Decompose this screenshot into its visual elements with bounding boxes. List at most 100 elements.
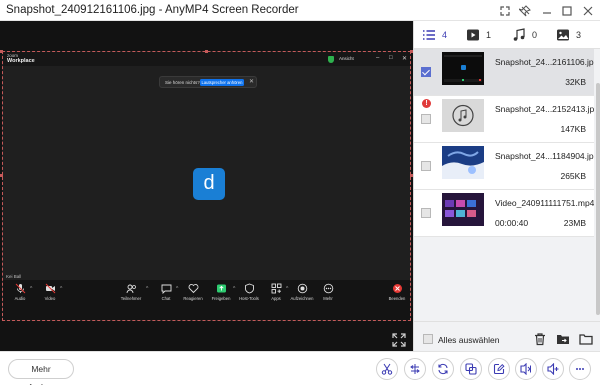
window-title: Snapshot_240912161106.jpg - AnyMP4 Scree… xyxy=(6,4,299,16)
more-recording-button[interactable]: Mehr aufnehmen xyxy=(8,359,74,385)
more-horizontal-icon xyxy=(576,368,584,370)
tab-image-count: 3 xyxy=(576,30,582,40)
close-icon[interactable] xyxy=(578,0,598,21)
camera-off-icon xyxy=(45,283,55,294)
audio-icon xyxy=(513,28,525,41)
warning-icon: ! xyxy=(422,99,431,108)
participant-name: Kei Ball xyxy=(6,274,22,279)
zoom-close-icon: ✕ xyxy=(402,56,408,62)
speaker-button: Lautsprecher anhören xyxy=(200,79,244,86)
tab-video-count: 1 xyxy=(486,30,492,40)
convert-button[interactable] xyxy=(432,358,454,380)
tab-all-count: 4 xyxy=(442,30,448,40)
compress-button[interactable] xyxy=(515,358,537,380)
crop-handle[interactable] xyxy=(0,174,3,177)
folder-export-icon xyxy=(557,335,569,344)
file-panel: 4 1 0 3 Snapshot_24...2161106.jpg 32KB !… xyxy=(413,21,600,351)
select-all-label: Alles auswählen xyxy=(438,335,500,345)
select-all-checkbox[interactable] xyxy=(423,334,433,344)
zoom-audio-label: Audio xyxy=(14,296,26,301)
scissors-icon xyxy=(381,363,393,375)
delete-button[interactable] xyxy=(531,330,549,348)
preview-area: zoom Workplace Ansicht – □ ✕ Sie hören n… xyxy=(0,21,413,351)
edit-icon xyxy=(493,363,505,375)
crop-handle[interactable] xyxy=(205,50,208,53)
file-size: 32KB xyxy=(565,77,586,87)
zoom-toolbar: Audio ^ Video ^ Teilnehmer ^ Chat ^ Reag… xyxy=(3,280,410,320)
microphone-muted-icon xyxy=(15,283,25,294)
zoom-more: Mehr xyxy=(313,283,343,301)
file-name: Snapshot_24...2161106.jpg xyxy=(495,57,594,67)
media-tabs: 4 1 0 3 xyxy=(414,21,600,49)
zoom-video-label: Video xyxy=(44,296,56,301)
apps-icon xyxy=(271,283,281,294)
open-folder-button[interactable] xyxy=(577,330,595,348)
end-call-icon xyxy=(392,284,402,293)
tab-image[interactable]: 3 xyxy=(556,21,581,49)
file-row[interactable]: Video_240911111751.mp4 00:00:40 23MB xyxy=(414,190,594,237)
pin-icon[interactable] xyxy=(515,0,535,21)
shield-icon xyxy=(328,56,334,63)
zoom-host-tools: Host-Tools xyxy=(234,283,264,301)
tab-all[interactable]: 4 xyxy=(422,21,447,49)
zoom-participants-label: Teilnehmer xyxy=(120,296,142,301)
zoom-window-capture: zoom Workplace Ansicht – □ ✕ Sie hören n… xyxy=(2,51,411,321)
zoom-participants: Teilnehmer xyxy=(116,283,146,301)
file-row[interactable]: Snapshot_24...2161106.jpg 32KB xyxy=(414,49,594,96)
title-bar: Snapshot_240912161106.jpg - AnyMP4 Scree… xyxy=(0,0,600,21)
file-list: Snapshot_24...2161106.jpg 32KB ! Snapsho… xyxy=(414,49,594,299)
file-checkbox[interactable] xyxy=(421,67,431,77)
file-size: 23MB xyxy=(563,218,586,228)
file-size: 147KB xyxy=(560,124,586,134)
chat-icon xyxy=(161,284,171,294)
file-checkbox[interactable] xyxy=(421,114,431,124)
banner-close-icon: ✕ xyxy=(249,79,255,85)
merge-button[interactable] xyxy=(460,358,482,380)
tab-audio-count: 0 xyxy=(532,30,538,40)
file-thumbnail xyxy=(442,193,484,226)
list-icon xyxy=(423,30,435,40)
file-name: Snapshot_24...1184904.jpg xyxy=(495,151,594,161)
merge-icon xyxy=(465,363,477,375)
file-name: Snapshot_24...2152413.jpg xyxy=(495,104,594,114)
shield-outline-icon xyxy=(244,283,254,294)
tab-audio[interactable]: 0 xyxy=(512,21,537,49)
minimize-icon[interactable] xyxy=(537,0,557,21)
compress-icon xyxy=(520,363,531,375)
caret-icon: ^ xyxy=(30,286,33,292)
file-thumbnail xyxy=(442,146,484,179)
zoom-end: Beenden xyxy=(382,283,412,301)
file-checkbox[interactable] xyxy=(421,208,431,218)
file-duration: 00:00:40 xyxy=(495,218,529,228)
participant-avatar: d xyxy=(193,168,225,200)
share-screen-icon xyxy=(216,284,226,293)
folder-icon xyxy=(579,334,593,345)
crop-handle[interactable] xyxy=(0,50,3,53)
heart-icon xyxy=(188,284,198,294)
expand-icon[interactable] xyxy=(392,333,406,347)
scrollbar[interactable] xyxy=(594,49,600,315)
caret-icon: ^ xyxy=(60,286,63,292)
file-checkbox[interactable] xyxy=(421,161,431,171)
scrollbar-thumb[interactable] xyxy=(596,83,600,315)
cut-button[interactable] xyxy=(376,358,398,380)
split-icon xyxy=(410,364,420,374)
video-icon xyxy=(467,29,479,41)
fullscreen-icon[interactable] xyxy=(495,0,515,21)
file-row[interactable]: Snapshot_24...1184904.jpg 265KB xyxy=(414,143,594,190)
more-options-button[interactable] xyxy=(569,358,591,380)
zoom-maximize-icon: □ xyxy=(389,55,393,61)
file-name: Video_240911111751.mp4 xyxy=(495,198,594,208)
audio-question: Sie hören nichts? xyxy=(165,79,200,85)
file-row[interactable]: ! Snapshot_24...2152413.jpg 147KB xyxy=(414,96,594,143)
export-folder-button[interactable] xyxy=(554,330,572,348)
zoom-more-label: Mehr xyxy=(323,296,333,301)
maximize-icon[interactable] xyxy=(557,0,577,21)
file-size: 265KB xyxy=(560,171,586,181)
volume-button[interactable] xyxy=(542,358,564,380)
zoom-end-label: Beenden xyxy=(388,296,406,301)
edit-button[interactable] xyxy=(488,358,510,380)
tab-video[interactable]: 1 xyxy=(466,21,491,49)
split-button[interactable] xyxy=(404,358,426,380)
zoom-share-label: Freigeben xyxy=(211,296,231,301)
